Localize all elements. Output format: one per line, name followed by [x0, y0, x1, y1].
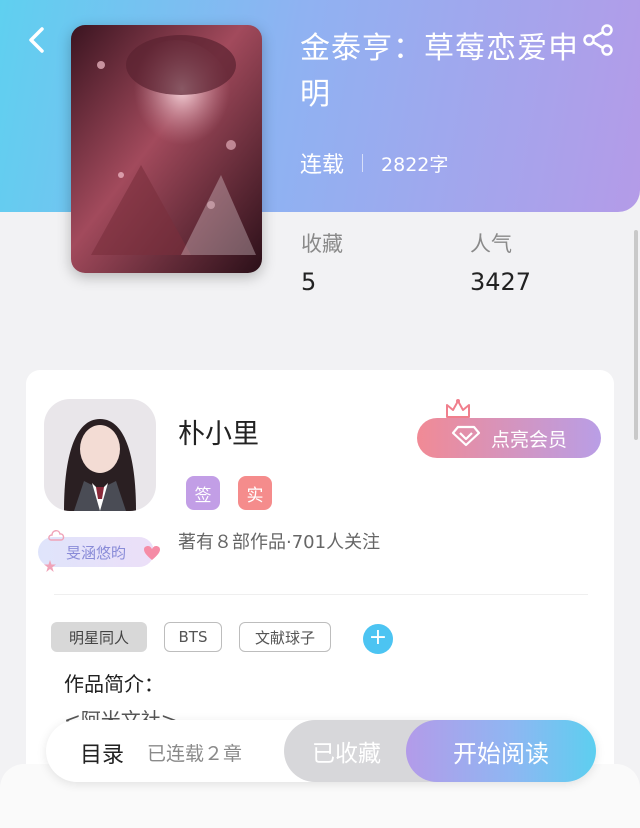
popularity-label: 人气 — [470, 232, 512, 256]
intro-label: 作品简介： — [64, 672, 164, 696]
start-reading-button[interactable]: 开始阅读 — [406, 720, 596, 782]
book-status: 连载 — [300, 153, 345, 178]
vip-button-label: 点亮会员 — [490, 428, 567, 451]
vip-button[interactable]: 点亮会员 — [417, 418, 601, 458]
book-status-row: 连载 2822字 — [300, 145, 448, 181]
diamond-icon — [451, 425, 481, 452]
section-divider — [54, 594, 588, 595]
back-icon[interactable] — [22, 24, 54, 56]
popularity-value: 3427 — [470, 268, 532, 296]
start-reading-label: 开始阅读 — [453, 739, 549, 768]
signed-badge: 签 — [186, 476, 220, 510]
toc-button[interactable]: 目录 — [80, 737, 124, 769]
favorites-value: 5 — [301, 268, 317, 296]
star-icon — [44, 557, 56, 572]
book-title: 金泰亨：草莓恋爱申明 — [300, 31, 579, 112]
add-tag-button[interactable]: + — [363, 624, 393, 654]
book-cover[interactable] — [71, 25, 262, 273]
share-icon[interactable] — [580, 22, 616, 58]
verified-badge: 实 — [238, 476, 272, 510]
favorites-label: 收藏 — [301, 232, 343, 256]
chapter-count: 已连载２章 — [147, 743, 243, 765]
tag-item[interactable]: 明星同人 — [51, 622, 147, 652]
tag-item[interactable]: 文献球子 — [239, 622, 331, 652]
book-word-count: 2822字 — [381, 153, 449, 176]
author-name[interactable]: 朴小里 — [178, 412, 259, 451]
author-meta: 著有８部作品·701人关注 — [178, 532, 381, 553]
tag-item[interactable]: BTS — [164, 622, 222, 652]
status-divider — [362, 154, 364, 172]
scrollbar[interactable] — [634, 230, 638, 440]
plus-icon: + — [368, 625, 388, 650]
author-avatar[interactable] — [44, 399, 156, 511]
crown-icon — [444, 398, 472, 420]
cloud-icon — [48, 527, 66, 541]
favorites-stat: 收藏 5 — [301, 228, 343, 296]
heart-icon — [143, 545, 161, 561]
collected-button-label: 已收藏 — [312, 741, 381, 767]
popularity-stat: 人气 3427 — [470, 228, 531, 296]
